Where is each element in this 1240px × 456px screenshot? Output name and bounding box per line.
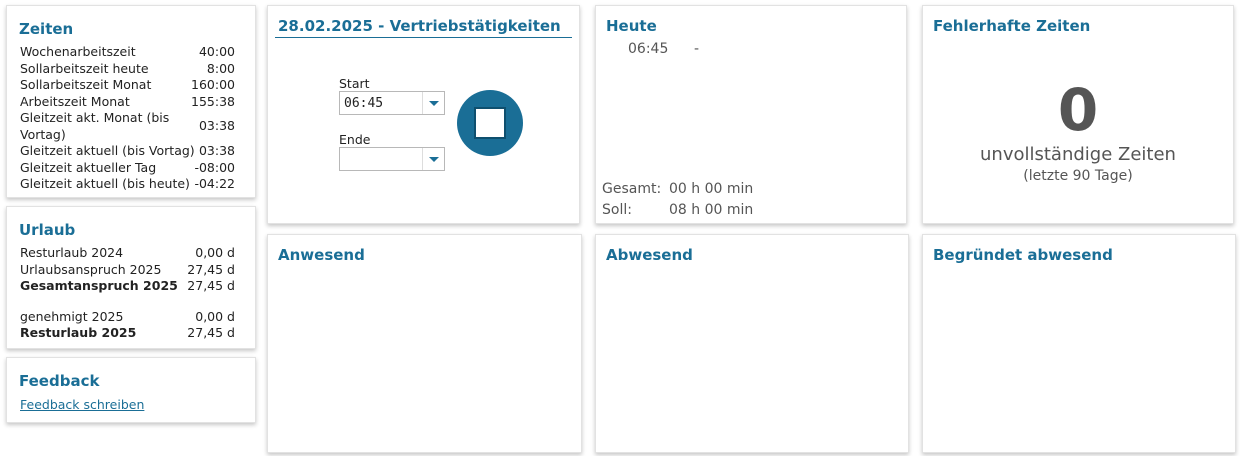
- fehlerhaft-note: (letzte 90 Tage): [1023, 168, 1133, 184]
- zeiten-row: Wochenarbeitszeit 40:00: [20, 44, 235, 61]
- urlaub-value: 0,00 d: [195, 308, 235, 324]
- zeiten-value: 03:38: [198, 118, 235, 134]
- feedback-card: Feedback Feedback schreiben: [6, 357, 256, 423]
- urlaub-row: Gesamtanspruch 2025 27,45 d: [20, 278, 235, 295]
- fehlerhaft-subtitle: unvollständige Zeiten: [980, 144, 1176, 165]
- gesamt-row: Gesamt: 00 h 00 min: [602, 181, 753, 197]
- zeiten-row: Gleitzeit aktueller Tag -08:00: [20, 160, 235, 177]
- zeiten-label: Arbeitszeit Monat: [20, 93, 130, 109]
- soll-value: 08 h 00 min: [669, 202, 754, 218]
- stop-icon: [474, 107, 506, 139]
- gesamt-value: 00 h 00 min: [669, 181, 754, 197]
- zeiten-label: Gleitzeit aktuell (bis Vortag): [20, 143, 195, 158]
- zeiten-row: Sollarbeitszeit Monat 160:00: [20, 77, 235, 94]
- abwesend-card: Abwesend: [595, 234, 909, 453]
- urlaub-label: Gesamtanspruch 2025: [20, 278, 178, 293]
- start-label: Start: [339, 76, 370, 91]
- gesamt-label: Gesamt:: [602, 181, 662, 197]
- zeiten-row: Arbeitszeit Monat 155:38: [20, 94, 235, 111]
- zeiten-value: -08:00: [194, 159, 235, 175]
- time-entry-title: 28.02.2025 - Vertriebstätigkeiten: [278, 17, 561, 35]
- zeiten-value: 8:00: [206, 60, 235, 76]
- urlaub-value: 27,45 d: [187, 325, 235, 340]
- abwesend-title: Abwesend: [606, 246, 693, 264]
- zeiten-label: Wochenarbeitszeit: [20, 44, 136, 59]
- begruendet-card: Begründet abwesend: [922, 234, 1236, 453]
- fehlerhaft-card[interactable]: Fehlerhafte Zeiten 0 unvollständige Zeit…: [922, 5, 1234, 224]
- zeiten-row: Gleitzeit akt. Monat (bis Vortag) 03:38: [20, 110, 235, 143]
- zeiten-value: 160:00: [191, 77, 235, 92]
- heute-start-time: 06:45: [628, 41, 669, 57]
- zeiten-title: Zeiten: [19, 20, 74, 38]
- urlaub-value: 27,45 d: [187, 278, 235, 293]
- zeiten-list: Wochenarbeitszeit 40:00 Sollarbeitszeit h…: [20, 44, 235, 193]
- urlaub-value: 0,00 d: [195, 245, 235, 260]
- zeiten-value: 40:00: [198, 44, 235, 59]
- urlaub-label: Urlaubsanspruch 2025: [20, 261, 162, 277]
- zeiten-value: 155:38: [191, 93, 235, 109]
- urlaub-row: genehmigt 2025 0,00 d: [20, 309, 235, 326]
- urlaub-card: Urlaub Resturlaub 2024 0,00 d Urlaubsansp…: [6, 206, 256, 349]
- urlaub-value: 27,45 d: [187, 261, 235, 277]
- zeiten-label: Gleitzeit akt. Monat (bis Vortag): [20, 110, 170, 142]
- zeiten-label: Gleitzeit aktuell (bis heute): [20, 176, 190, 191]
- soll-row: Soll: 08 h 00 min: [602, 202, 753, 218]
- soll-label: Soll:: [602, 202, 632, 218]
- urlaub-label: genehmigt 2025: [20, 308, 124, 324]
- heute-title: Heute: [606, 17, 657, 35]
- zeiten-value: -04:22: [194, 176, 235, 191]
- urlaub-row: Resturlaub 2025 27,45 d: [20, 325, 235, 342]
- ende-label: Ende: [339, 132, 371, 147]
- feedback-title: Feedback: [19, 372, 100, 390]
- zeiten-row: Gleitzeit aktuell (bis Vortag) 03:38: [20, 143, 235, 160]
- ende-select[interactable]: [339, 147, 445, 171]
- urlaub-label: Resturlaub 2025: [20, 325, 137, 340]
- begruendet-title: Begründet abwesend: [933, 246, 1113, 264]
- chevron-down-icon: [429, 157, 439, 162]
- feedback-link[interactable]: Feedback schreiben: [20, 397, 144, 412]
- start-value: 06:45: [344, 96, 384, 111]
- zeiten-label: Gleitzeit aktueller Tag: [20, 159, 157, 175]
- ende-dropdown[interactable]: [422, 148, 444, 170]
- heute-separator: -: [694, 41, 700, 57]
- urlaub-list: Resturlaub 2024 0,00 d Urlaubsanspruch 20…: [20, 245, 235, 342]
- urlaub-row: Resturlaub 2024 0,00 d: [20, 245, 235, 262]
- urlaub-row: Urlaubsanspruch 2025 27,45 d: [20, 262, 235, 279]
- heute-card: Heute 06:45 - Gesamt: 00 h 00 min Soll: 08…: [595, 5, 907, 224]
- urlaub-title: Urlaub: [19, 221, 76, 239]
- title-divider: [275, 37, 572, 38]
- anwesend-title: Anwesend: [278, 246, 365, 264]
- urlaub-label: Resturlaub 2024: [20, 245, 124, 260]
- stop-button[interactable]: [457, 90, 523, 156]
- time-entry-card: 28.02.2025 - Vertriebstätigkeiten Start …: [267, 5, 580, 224]
- zeiten-label: Sollarbeitszeit heute: [20, 60, 149, 76]
- anwesend-card: Anwesend: [267, 234, 582, 453]
- fehlerhaft-title: Fehlerhafte Zeiten: [933, 17, 1091, 35]
- zeiten-value: 03:38: [198, 143, 235, 158]
- zeiten-label: Sollarbeitszeit Monat: [20, 77, 152, 92]
- start-dropdown[interactable]: [422, 92, 444, 114]
- fehlerhaft-count: 0: [1057, 76, 1099, 144]
- start-select[interactable]: 06:45: [339, 91, 445, 115]
- chevron-down-icon: [429, 101, 439, 106]
- zeiten-row: Sollarbeitszeit heute 8:00: [20, 61, 235, 78]
- zeiten-row: Gleitzeit aktuell (bis heute) -04:22: [20, 176, 235, 193]
- zeiten-card: Zeiten Wochenarbeitszeit 40:00 Sollarbeit…: [6, 5, 256, 198]
